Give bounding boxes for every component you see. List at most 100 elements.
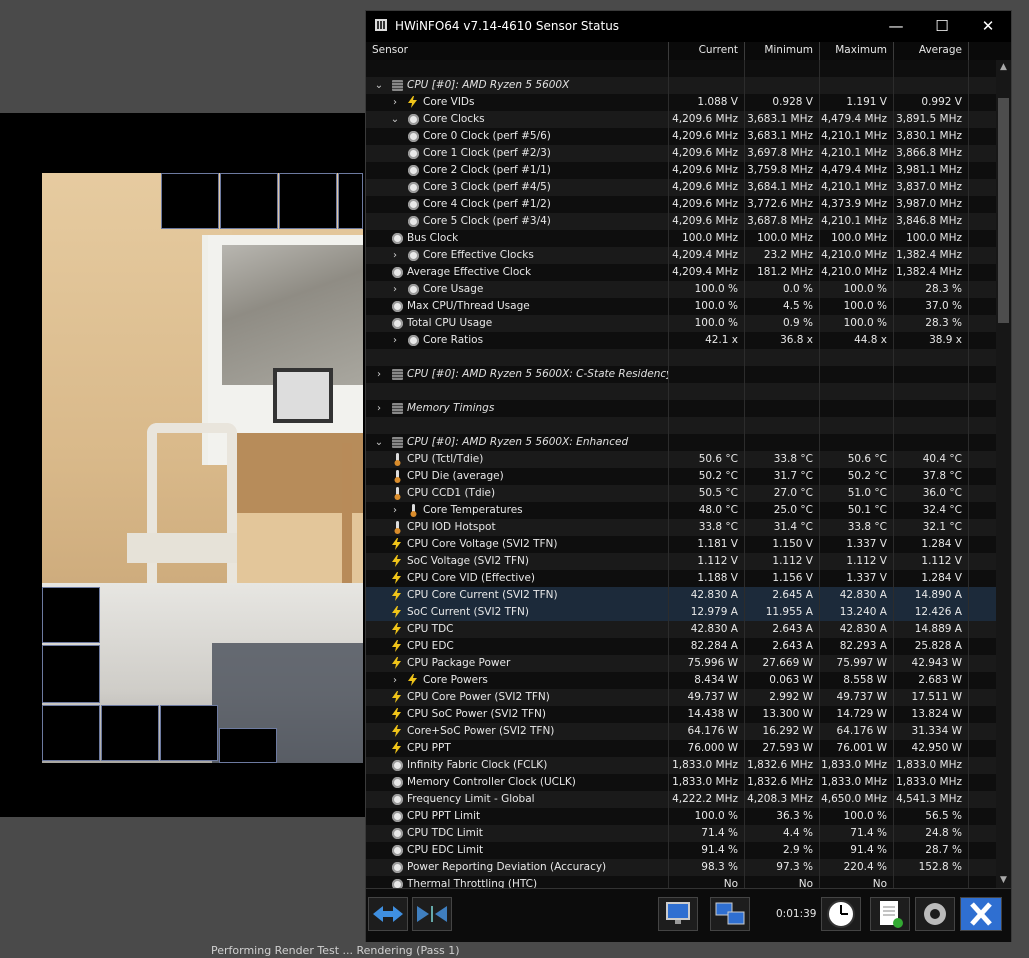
sensor-row[interactable]: CPU Core VID (Effective) 1.188 V 1.156 V 1.… bbox=[366, 570, 996, 587]
thermometer-icon bbox=[394, 453, 401, 466]
close-sensors-button[interactable] bbox=[960, 897, 1002, 931]
network-button[interactable] bbox=[710, 897, 750, 931]
column-header-average[interactable]: Average bbox=[894, 42, 969, 60]
collapse-arrows-button[interactable] bbox=[412, 897, 452, 931]
sensor-name-cell: › Core Ratios bbox=[366, 332, 669, 349]
collapse-chevron-icon[interactable]: ⌄ bbox=[374, 434, 384, 451]
current-value: 4,209.6 MHz bbox=[669, 196, 745, 213]
sensor-row[interactable]: Core+SoC Power (SVI2 TFN) 64.176 W 16.292 … bbox=[366, 723, 996, 740]
sensor-row[interactable]: CPU SoC Power (SVI2 TFN) 14.438 W 13.300 W… bbox=[366, 706, 996, 723]
expand-chevron-icon[interactable]: › bbox=[390, 672, 400, 689]
sensor-row[interactable]: CPU PPT Limit 100.0 % 36.3 % 100.0 % 56.5 % bbox=[366, 808, 996, 825]
sensor-row[interactable]: Bus Clock 100.0 MHz 100.0 MHz 100.0 MHz 100.… bbox=[366, 230, 996, 247]
spacer-row bbox=[366, 60, 996, 77]
average-value bbox=[894, 60, 969, 77]
sensor-row[interactable]: CPU (Tctl/Tdie) 50.6 °C 33.8 °C 50.6 °C 40.4… bbox=[366, 451, 996, 468]
minimum-value: 3,683.1 MHz bbox=[745, 111, 820, 128]
sensor-row[interactable]: CPU Die (average) 50.2 °C 31.7 °C 50.2 °C 37… bbox=[366, 468, 996, 485]
sensor-row[interactable]: Frequency Limit - Global 4,222.2 MHz 4,208… bbox=[366, 791, 996, 808]
clock-sensor-icon bbox=[392, 777, 403, 788]
average-value: 1,833.0 MHz bbox=[894, 774, 969, 791]
sensor-row[interactable]: CPU EDC Limit 91.4 % 2.9 % 91.4 % 28.7 % bbox=[366, 842, 996, 859]
title-bar[interactable]: HWiNFO64 v7.14-4610 Sensor Status — ☐ ✕ bbox=[366, 11, 1011, 42]
sensor-row[interactable]: Core 2 Clock (perf #1/1) 4,209.6 MHz 3,759… bbox=[366, 162, 996, 179]
sensor-row[interactable]: CPU Core Power (SVI2 TFN) 49.737 W 2.992 W… bbox=[366, 689, 996, 706]
clock-sensor-icon bbox=[392, 828, 403, 839]
sensor-name-cell: Frequency Limit - Global bbox=[366, 791, 669, 808]
maximum-value: 50.6 °C bbox=[820, 451, 894, 468]
sensor-row[interactable]: Core 4 Clock (perf #1/2) 4,209.6 MHz 3,772… bbox=[366, 196, 996, 213]
sensor-row[interactable]: Total CPU Usage 100.0 % 0.9 % 100.0 % 28.3 % bbox=[366, 315, 996, 332]
maximum-value: 44.8 x bbox=[820, 332, 894, 349]
sensor-row[interactable]: Thermal Throttling (HTC) No No No bbox=[366, 876, 996, 888]
sensor-row[interactable]: CPU Core Voltage (SVI2 TFN) 1.181 V 1.150 … bbox=[366, 536, 996, 553]
sensor-row[interactable]: Power Reporting Deviation (Accuracy) 98.3… bbox=[366, 859, 996, 876]
sensor-group-row[interactable]: › Memory Timings bbox=[366, 400, 996, 417]
sensor-row[interactable]: CPU CCD1 (Tdie) 50.5 °C 27.0 °C 51.0 °C 36.0… bbox=[366, 485, 996, 502]
report-button[interactable] bbox=[870, 897, 910, 931]
column-header-sensor[interactable]: Sensor bbox=[366, 42, 669, 60]
sensor-row[interactable]: CPU TDC 42.830 A 2.643 A 42.830 A 14.889 A bbox=[366, 621, 996, 638]
minimum-value: 23.2 MHz bbox=[745, 247, 820, 264]
sensor-label: Core Usage bbox=[423, 283, 484, 295]
scroll-down-arrow-icon[interactable]: ▼ bbox=[996, 873, 1011, 888]
maximum-value: 100.0 MHz bbox=[820, 230, 894, 247]
sensor-row[interactable]: SoC Voltage (SVI2 TFN) 1.112 V 1.112 V 1.11… bbox=[366, 553, 996, 570]
sensor-row[interactable]: Infinity Fabric Clock (FCLK) 1,833.0 MHz 1… bbox=[366, 757, 996, 774]
sensor-row[interactable]: CPU Core Current (SVI2 TFN) 42.830 A 2.645… bbox=[366, 587, 996, 604]
sensor-row[interactable]: CPU Package Power 75.996 W 27.669 W 75.997 … bbox=[366, 655, 996, 672]
sensor-group-row[interactable]: ⌄ CPU [#0]: AMD Ryzen 5 5600X: Enhanced bbox=[366, 434, 996, 451]
sensor-row[interactable]: › Core VIDs 1.088 V 0.928 V 1.191 V 0.992 V bbox=[366, 94, 996, 111]
close-window-button[interactable]: ✕ bbox=[965, 11, 1011, 42]
sensor-row[interactable]: › Core Usage 100.0 % 0.0 % 100.0 % 28.3 % bbox=[366, 281, 996, 298]
sensor-label: Thermal Throttling (HTC) bbox=[407, 878, 538, 888]
sensor-row[interactable]: Core 3 Clock (perf #4/5) 4,209.6 MHz 3,684… bbox=[366, 179, 996, 196]
sensor-row[interactable]: Memory Controller Clock (UCLK) 1,833.0 MH… bbox=[366, 774, 996, 791]
sensor-row[interactable]: › Core Temperatures 48.0 °C 25.0 °C 50.1 °C 3… bbox=[366, 502, 996, 519]
sensor-row[interactable]: › Core Ratios 42.1 x 36.8 x 44.8 x 38.9 x bbox=[366, 332, 996, 349]
nav-arrows-button[interactable] bbox=[368, 897, 408, 931]
collapse-chevron-icon[interactable]: ⌄ bbox=[390, 111, 400, 128]
column-header-minimum[interactable]: Minimum bbox=[745, 42, 820, 60]
expand-chevron-icon[interactable]: › bbox=[390, 94, 400, 111]
scrollbar-thumb[interactable] bbox=[998, 98, 1009, 323]
average-value: 14.890 A bbox=[894, 587, 969, 604]
sensor-row[interactable]: CPU TDC Limit 71.4 % 4.4 % 71.4 % 24.8 % bbox=[366, 825, 996, 842]
sensor-group-row[interactable]: › CPU [#0]: AMD Ryzen 5 5600X: C-State Re… bbox=[366, 366, 996, 383]
sensor-row[interactable]: Core 5 Clock (perf #3/4) 4,209.6 MHz 3,687… bbox=[366, 213, 996, 230]
sensor-row[interactable]: SoC Current (SVI2 TFN) 12.979 A 11.955 A 13… bbox=[366, 604, 996, 621]
expand-chevron-icon[interactable]: › bbox=[390, 247, 400, 264]
maximize-button[interactable]: ☐ bbox=[919, 11, 965, 42]
sensor-label: Core Effective Clocks bbox=[423, 249, 534, 261]
sensor-row[interactable]: › Core Powers 8.434 W 0.063 W 8.558 W 2.683 W bbox=[366, 672, 996, 689]
column-header-current[interactable]: Current bbox=[669, 42, 745, 60]
sensor-row[interactable]: Core 0 Clock (perf #5/6) 4,209.6 MHz 3,683… bbox=[366, 128, 996, 145]
vertical-scrollbar[interactable]: ▲ ▼ bbox=[996, 60, 1011, 888]
scroll-up-arrow-icon[interactable]: ▲ bbox=[996, 60, 1011, 75]
expand-chevron-icon[interactable]: › bbox=[390, 281, 400, 298]
sensor-row[interactable]: Core 1 Clock (perf #2/3) 4,209.6 MHz 3,697… bbox=[366, 145, 996, 162]
sensor-row[interactable]: Max CPU/Thread Usage 100.0 % 4.5 % 100.0 % 3… bbox=[366, 298, 996, 315]
sensor-row[interactable]: › Core Effective Clocks 4,209.4 MHz 23.2 MH… bbox=[366, 247, 996, 264]
sensor-row[interactable]: ⌄ Core Clocks 4,209.6 MHz 3,683.1 MHz 4,479.… bbox=[366, 111, 996, 128]
sensor-label: Core 1 Clock (perf #2/3) bbox=[423, 147, 551, 159]
sensor-name-cell: ⌄ CPU [#0]: AMD Ryzen 5 5600X bbox=[366, 77, 669, 94]
expand-chevron-icon[interactable]: › bbox=[390, 332, 400, 349]
settings-button[interactable] bbox=[915, 897, 955, 931]
sensor-row[interactable]: CPU EDC 82.284 A 2.643 A 82.293 A 25.828 A bbox=[366, 638, 996, 655]
sensor-row[interactable]: Average Effective Clock 4,209.4 MHz 181.2 … bbox=[366, 264, 996, 281]
sensor-group-row[interactable]: ⌄ CPU [#0]: AMD Ryzen 5 5600X bbox=[366, 77, 996, 94]
expand-chevron-icon[interactable]: › bbox=[390, 502, 400, 519]
collapse-chevron-icon[interactable]: ⌄ bbox=[374, 77, 384, 94]
reset-timer-button[interactable] bbox=[821, 897, 861, 931]
minimize-button[interactable]: — bbox=[873, 11, 919, 42]
monitor-button[interactable] bbox=[658, 897, 698, 931]
column-header-maximum[interactable]: Maximum bbox=[820, 42, 894, 60]
expand-chevron-icon[interactable]: › bbox=[374, 400, 384, 417]
sensor-row[interactable]: CPU IOD Hotspot 33.8 °C 31.4 °C 33.8 °C 32.1… bbox=[366, 519, 996, 536]
expand-chevron-icon[interactable]: › bbox=[374, 366, 384, 383]
hwinfo-sensor-window: HWiNFO64 v7.14-4610 Sensor Status — ☐ ✕ … bbox=[365, 10, 1012, 942]
average-value bbox=[894, 383, 969, 400]
sensor-row[interactable]: CPU PPT 76.000 W 27.593 W 76.001 W 42.950 W bbox=[366, 740, 996, 757]
sensor-group-label: Memory Timings bbox=[407, 402, 495, 414]
